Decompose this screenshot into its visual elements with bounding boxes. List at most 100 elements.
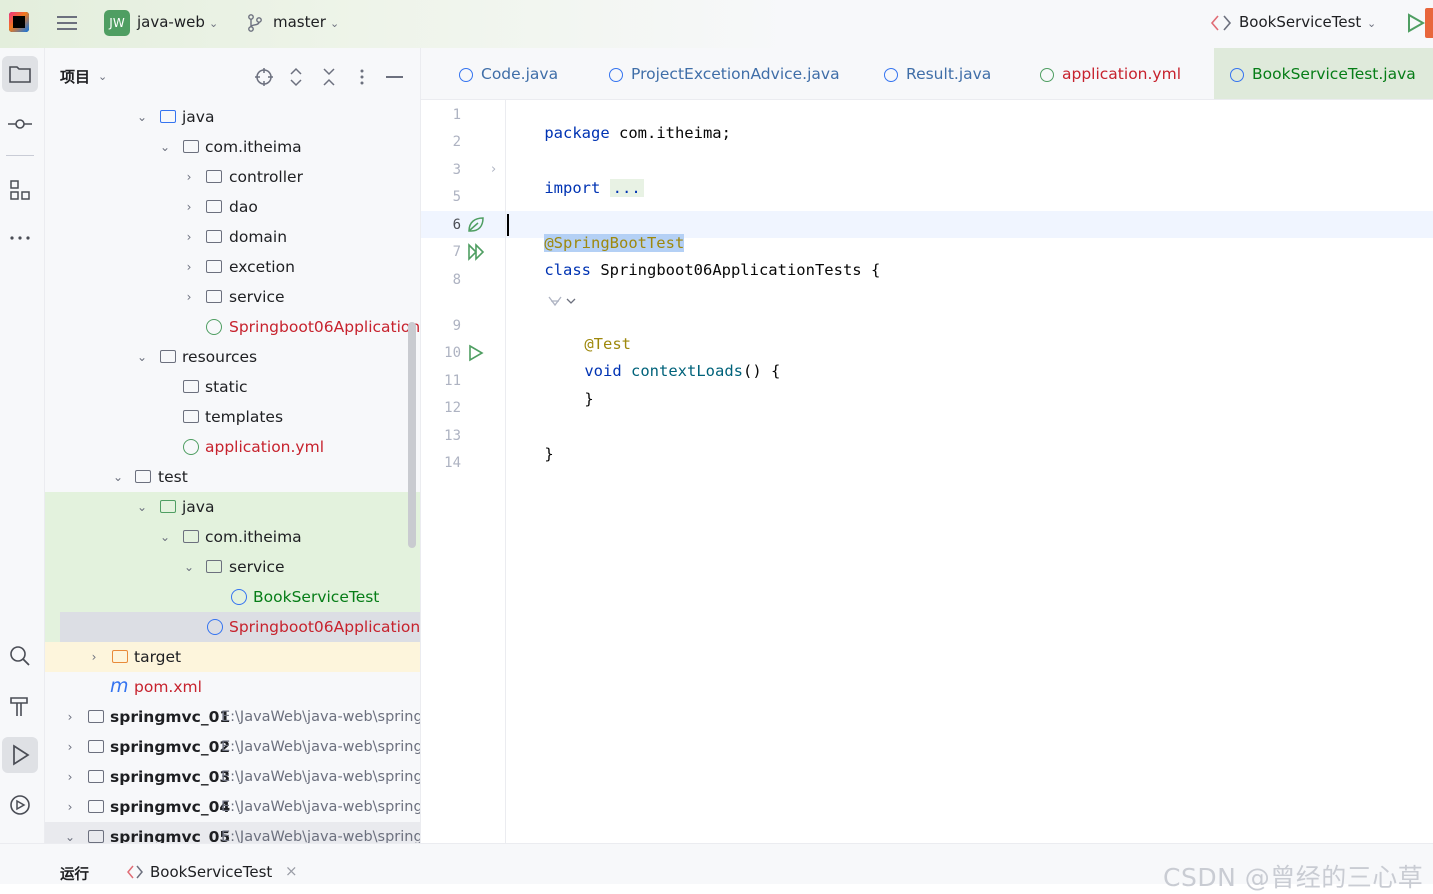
chevron-down-icon[interactable]: ⌄ — [158, 132, 172, 162]
collapse-all-icon[interactable] — [321, 67, 337, 87]
tree-row[interactable]: ⌄ java — [45, 102, 420, 132]
run-tests-icon[interactable] — [467, 243, 485, 261]
chevron-down-icon[interactable]: ⌄ — [63, 822, 77, 843]
tab-application-yml[interactable]: application.yml — [1040, 48, 1181, 99]
tree-row[interactable]: ⌄ java — [45, 492, 420, 522]
chevron-right-icon[interactable]: › — [182, 252, 196, 282]
scrollbar-thumb[interactable] — [408, 322, 416, 548]
line-number: 12 — [444, 400, 461, 416]
chevron-down-icon[interactable]: ⌄ — [209, 17, 218, 30]
tab-book-service-test[interactable]: BookServiceTest.java — [1214, 48, 1433, 99]
search-tool-button[interactable] — [2, 638, 38, 674]
chevron-right-icon[interactable]: › — [182, 192, 196, 222]
chevron-right-icon[interactable]: › — [63, 702, 77, 732]
chevron-down-icon[interactable]: ⌄ — [158, 522, 172, 552]
main-menu-icon[interactable] — [57, 14, 77, 32]
tree-row[interactable]: ⌄ com.itheima — [45, 132, 420, 162]
tree-row[interactable]: m pom.xml — [45, 672, 420, 702]
module-path: E:\JavaWeb\java-web\spring — [221, 799, 420, 815]
tree-row[interactable]: ⌄ com.itheima — [45, 522, 420, 552]
chevron-right-icon[interactable]: › — [182, 282, 196, 312]
chevron-down-icon[interactable]: ⌄ — [98, 70, 107, 83]
tree-row[interactable]: › springmvc_03 E:\JavaWeb\java-web\sprin… — [45, 762, 420, 792]
package-icon — [206, 260, 222, 273]
tree-row[interactable]: ⌄ test — [45, 462, 420, 492]
tree-row[interactable]: › springmvc_04 E:\JavaWeb\java-web\sprin… — [45, 792, 420, 822]
structure-tool-button[interactable] — [2, 172, 38, 208]
tree-row[interactable]: Springboot06Application — [45, 312, 420, 342]
module-icon — [88, 830, 104, 843]
folded-imports[interactable]: ... — [609, 179, 644, 197]
run-test-icon[interactable] — [467, 344, 485, 362]
tab-project-excetion-advice[interactable]: ProjectExcetionAdvice.java — [609, 48, 840, 99]
tree-row[interactable]: › springmvc_01 E:\JavaWeb\java-web\sprin… — [45, 702, 420, 732]
build-tool-button[interactable] — [2, 688, 38, 724]
chevron-down-icon[interactable]: ⌄ — [135, 342, 149, 372]
fold-chevron-icon[interactable]: › — [491, 162, 496, 177]
tab-code-java[interactable]: Code.java — [459, 48, 558, 99]
debug-icon[interactable] — [1425, 8, 1433, 38]
test-config-icon — [127, 865, 143, 879]
run-tool-button[interactable] — [2, 737, 38, 773]
tree-row[interactable]: static — [45, 372, 420, 402]
branch-name[interactable]: master — [273, 13, 326, 31]
chevron-right-icon[interactable]: › — [63, 762, 77, 792]
run-icon[interactable] — [1405, 12, 1427, 34]
panel-title[interactable]: 项目 — [60, 66, 90, 87]
tree-row[interactable]: › controller — [45, 162, 420, 192]
chevron-right-icon[interactable]: › — [63, 732, 77, 762]
chevron-right-icon[interactable]: › — [182, 162, 196, 192]
services-tool-button[interactable] — [2, 787, 38, 823]
chevron-right-icon[interactable]: › — [63, 792, 77, 822]
tab-result-java[interactable]: Result.java — [884, 48, 991, 99]
keyword: package — [544, 124, 610, 142]
project-tool-button[interactable] — [2, 56, 38, 92]
chevron-down-icon[interactable]: ⌄ — [111, 462, 125, 492]
chevron-down-icon[interactable]: ⌄ — [330, 17, 339, 30]
tree-row[interactable]: BookServiceTest — [45, 582, 420, 612]
options-icon[interactable] — [355, 67, 369, 87]
project-panel: 项目 ⌄ ⌄ java ⌄ com.itheima › controller ›… — [45, 48, 420, 843]
inlay-hint-icon[interactable] — [547, 293, 579, 309]
tree-row[interactable]: › target — [45, 642, 420, 672]
class-icon — [609, 68, 623, 82]
tree-row[interactable]: › excetion — [45, 252, 420, 282]
project-badge[interactable]: JW — [104, 10, 130, 36]
chevron-down-icon[interactable]: ⌄ — [135, 492, 149, 522]
chevron-right-icon[interactable]: › — [87, 642, 101, 672]
tree-row[interactable]: › service — [45, 282, 420, 312]
tree-row-selected[interactable]: Springboot06ApplicationTests — [45, 612, 420, 642]
tree-row[interactable]: ⌄ service — [45, 552, 420, 582]
search-icon — [10, 646, 30, 666]
chevron-down-icon[interactable]: ⌄ — [1367, 17, 1376, 30]
chevron-down-icon[interactable]: ⌄ — [182, 552, 196, 582]
tree-row[interactable]: templates — [45, 402, 420, 432]
tree-row[interactable]: application.yml — [45, 432, 420, 462]
code-editor[interactable]: package com.itheima; import ... @SpringB… — [506, 100, 1433, 843]
tree-row[interactable]: ⌄ springmvc_05 E:\JavaWeb\java-web\sprin… — [45, 822, 420, 843]
line-number: 6 — [452, 217, 461, 233]
code-line-11: } — [547, 372, 593, 426]
tree-row[interactable]: › domain — [45, 222, 420, 252]
project-name[interactable]: java-web — [137, 13, 205, 31]
run-config-name[interactable]: BookServiceTest — [1239, 13, 1361, 31]
run-tab-label[interactable]: BookServiceTest — [150, 863, 272, 881]
code-line-1: package com.itheima; — [507, 106, 731, 160]
run-panel-title[interactable]: 运行 — [60, 863, 89, 884]
spring-bean-icon[interactable] — [467, 216, 485, 234]
commit-tool-button[interactable] — [2, 106, 38, 142]
chevron-right-icon[interactable]: › — [182, 222, 196, 252]
expand-all-icon[interactable] — [288, 67, 304, 87]
package-icon — [183, 140, 199, 153]
module-path: E:\JavaWeb\java-web\spring — [221, 739, 420, 755]
hide-panel-icon[interactable] — [386, 76, 403, 78]
module-icon — [88, 740, 104, 753]
locate-icon[interactable] — [254, 67, 274, 87]
tree-row[interactable]: › springmvc_02 E:\JavaWeb\java-web\sprin… — [45, 732, 420, 762]
tree-label: springmvc_02 — [110, 738, 231, 756]
tree-row[interactable]: ⌄ resources — [45, 342, 420, 372]
more-tools-button[interactable] — [2, 220, 38, 256]
chevron-down-icon[interactable]: ⌄ — [135, 102, 149, 132]
tree-row[interactable]: › dao — [45, 192, 420, 222]
close-icon[interactable]: × — [285, 862, 298, 880]
